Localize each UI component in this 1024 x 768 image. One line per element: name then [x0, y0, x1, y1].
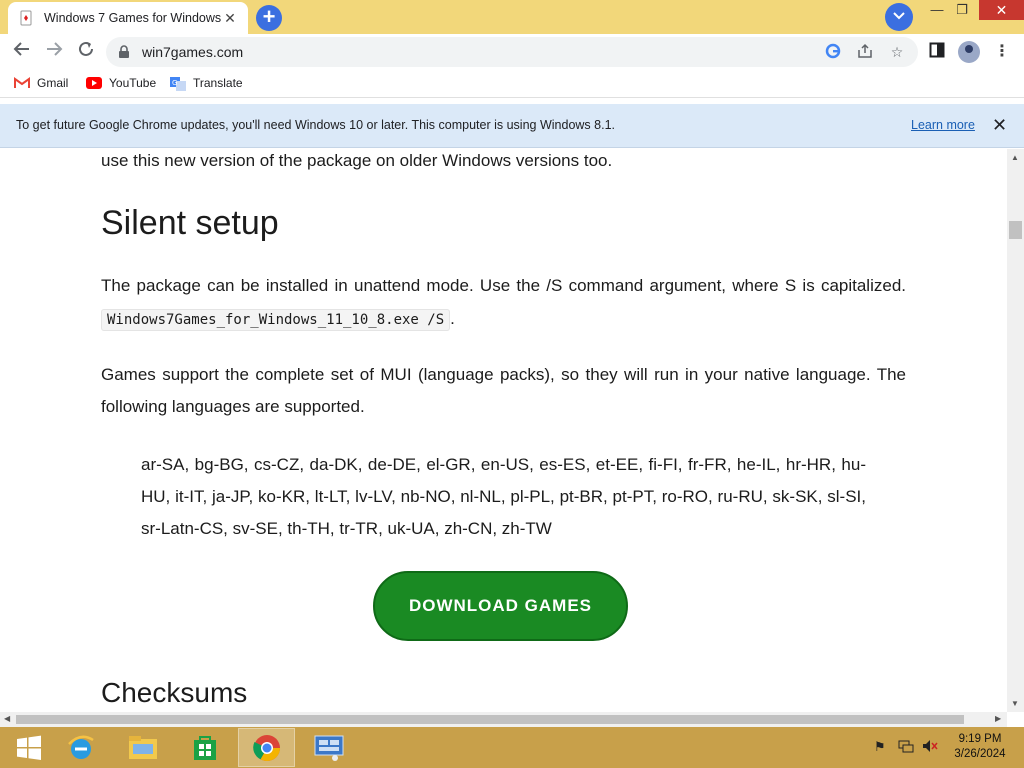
silent-setup-paragraph: The package can be installed in unattend… — [101, 269, 906, 337]
silent-setup-period: . — [450, 309, 455, 328]
bookmark-label: Gmail — [37, 76, 69, 90]
tab-search-button[interactable] — [885, 3, 913, 31]
forward-button[interactable] — [42, 40, 66, 64]
taskbar-chrome[interactable] — [238, 728, 295, 767]
languages-list: ar-SA, bg-BG, cs-CZ, da-DK, de-DE, el-GR… — [141, 455, 866, 538]
windows-logo-icon — [16, 735, 41, 760]
youtube-icon — [86, 77, 102, 89]
svg-text:G: G — [172, 79, 177, 87]
infobar-close-icon[interactable]: ✕ — [992, 115, 1007, 136]
chrome-icon — [252, 734, 280, 761]
vertical-scroll-thumb[interactable] — [1009, 221, 1022, 239]
scroll-down-arrow-icon[interactable]: ▼ — [1011, 699, 1019, 708]
bookmark-label: YouTube — [109, 76, 157, 90]
translate-icon: G — [170, 77, 186, 91]
silent-setup-text: The package can be installed in unattend… — [101, 276, 906, 295]
learn-more-link[interactable]: Learn more — [911, 118, 975, 132]
horizontal-scrollbar[interactable]: ◀ ▶ — [0, 712, 1007, 727]
taskbar-internet-explorer[interactable] — [52, 728, 109, 767]
back-arrow-icon — [13, 42, 29, 56]
bookmark-youtube[interactable]: YouTube — [86, 76, 156, 90]
network-icon[interactable] — [898, 739, 914, 756]
new-tab-button[interactable]: + — [256, 5, 282, 31]
browser-tab[interactable]: Windows 7 Games for Windows ✕ — [8, 2, 248, 34]
infobar-message: To get future Google Chrome updates, you… — [16, 118, 615, 132]
profile-avatar-icon[interactable] — [958, 41, 980, 63]
browser-toolbar: win7games.com ☆ ⋮ — [0, 34, 1024, 70]
taskbar-remote-desktop[interactable] — [300, 728, 357, 767]
folder-icon — [128, 735, 157, 759]
bookmark-label: Translate — [193, 76, 243, 90]
menu-kebab-icon[interactable]: ⋮ — [992, 42, 1012, 62]
restore-button[interactable]: ❐ — [945, 0, 979, 22]
tab-strip: Windows 7 Games for Windows ✕ + — ❐ ✕ — [0, 0, 1024, 34]
clock-date: 3/26/2024 — [954, 748, 1006, 760]
download-games-button[interactable]: DOWNLOAD GAMES — [373, 571, 628, 641]
address-bar[interactable]: win7games.com ☆ — [106, 37, 918, 67]
bookmark-star-icon[interactable]: ☆ — [888, 43, 906, 61]
scroll-right-arrow-icon[interactable]: ▶ — [995, 714, 1001, 723]
remote-desktop-icon — [314, 735, 343, 761]
update-infobar: To get future Google Chrome updates, you… — [0, 104, 1024, 148]
clock-time: 9:19 PM — [958, 733, 1002, 745]
share-icon[interactable] — [856, 43, 874, 61]
page-content: use this new version of the package on o… — [0, 149, 1007, 712]
bookmark-gmail[interactable]: Gmail — [14, 76, 68, 90]
checksums-heading: Checksums — [101, 677, 248, 708]
taskbar-file-explorer[interactable] — [114, 728, 171, 767]
back-button[interactable] — [10, 40, 34, 64]
system-clock[interactable]: 9:19 PM 3/26/2024 — [950, 732, 1010, 762]
google-translate-icon[interactable] — [824, 43, 842, 61]
store-icon — [193, 735, 216, 760]
bookmarks-bar: Gmail YouTube G Translate — [0, 70, 1024, 98]
windows-taskbar: ⚑ 9:19 PM 3/26/2024 — [0, 727, 1024, 768]
forward-arrow-icon — [47, 42, 63, 56]
vertical-scrollbar[interactable]: ▲ ▼ — [1007, 149, 1024, 712]
scroll-up-arrow-icon[interactable]: ▲ — [1011, 153, 1019, 162]
lock-icon[interactable] — [118, 45, 130, 64]
cards-favicon-icon — [18, 10, 34, 26]
tab-title: Windows 7 Games for Windows — [44, 11, 222, 25]
horizontal-scroll-thumb[interactable] — [16, 715, 964, 724]
url-text: win7games.com — [142, 44, 244, 60]
action-center-flag-icon[interactable]: ⚑ — [874, 739, 886, 755]
silent-setup-command: Windows7Games_for_Windows_11_10_8.exe /S — [101, 309, 451, 331]
reload-icon — [79, 41, 93, 56]
window-close-button[interactable]: ✕ — [979, 0, 1024, 20]
side-panel-icon[interactable] — [927, 42, 947, 62]
bookmark-translate[interactable]: G Translate — [170, 76, 243, 91]
tab-close-icon[interactable]: ✕ — [222, 10, 238, 26]
internet-explorer-icon — [67, 735, 94, 759]
start-button[interactable] — [0, 728, 57, 767]
taskbar-store[interactable] — [176, 728, 233, 767]
intro-paragraph-tail: use this new version of the package on o… — [101, 151, 613, 170]
silent-setup-heading: Silent setup — [101, 204, 279, 242]
reload-button[interactable] — [74, 40, 98, 64]
scroll-left-arrow-icon[interactable]: ◀ — [4, 714, 10, 723]
volume-muted-icon[interactable] — [922, 739, 938, 756]
mui-paragraph: Games support the complete set of MUI (l… — [101, 365, 906, 416]
gmail-icon — [14, 77, 30, 89]
